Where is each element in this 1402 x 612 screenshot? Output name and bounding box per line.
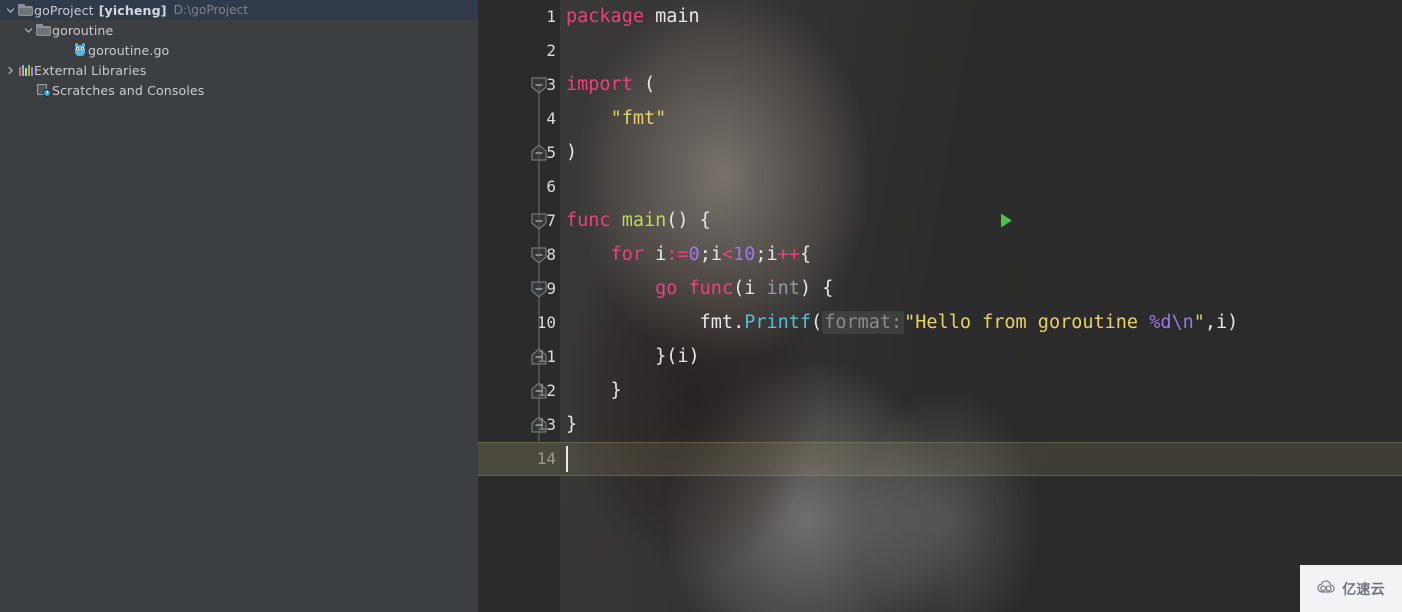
folder-icon	[17, 0, 34, 20]
code-line[interactable]: }	[566, 374, 622, 408]
code-token: go	[655, 278, 678, 299]
code-line[interactable]: fmt.Printf(format: "Hello from goroutine …	[566, 306, 1238, 340]
sidebar-item-goroutine-folder[interactable]: goroutine	[0, 20, 478, 40]
text-caret	[566, 446, 568, 472]
watermark: 亿速云	[1300, 565, 1402, 612]
chevron-right-icon[interactable]	[4, 60, 17, 80]
code-line[interactable]: func main() {	[566, 204, 711, 238]
code-token: format:	[822, 311, 905, 334]
project-tree-panel[interactable]: goProject [yicheng] D:\goProject gorouti…	[0, 0, 478, 612]
code-token: main	[655, 6, 700, 27]
code-token: <	[721, 244, 734, 265]
code-token: :=	[666, 244, 689, 265]
code-token: }	[566, 380, 622, 401]
watermark-text: 亿速云	[1342, 581, 1385, 598]
folder-icon	[35, 20, 52, 40]
cloud-icon	[1317, 579, 1339, 598]
code-token: "Hello from goroutine	[904, 312, 1150, 333]
code-token: 0	[688, 244, 700, 265]
sidebar-item-label: External Libraries	[34, 62, 147, 78]
code-token: .	[733, 312, 745, 333]
code-token: int	[766, 278, 800, 299]
sidebar-item-goproject[interactable]: goProject [yicheng] D:\goProject	[0, 0, 478, 20]
code-token: (	[632, 74, 656, 95]
module-name-bracket: [yicheng]	[98, 2, 167, 18]
code-line[interactable]: for i:=0;i<10;i++{	[566, 238, 812, 272]
code-line[interactable]: package main	[566, 0, 700, 34]
code-line[interactable]: }	[566, 408, 577, 442]
code-token: }	[566, 414, 578, 435]
current-line-highlight	[478, 442, 1402, 476]
code-token: for	[610, 244, 644, 265]
code-token: () {	[666, 210, 711, 231]
code-token: ,i)	[1204, 312, 1239, 333]
code-token: package	[566, 6, 644, 27]
code-token: i	[643, 244, 667, 265]
code-token: )	[566, 142, 578, 163]
chevron-down-icon[interactable]	[22, 20, 35, 40]
sidebar-item-external-libraries[interactable]: External Libraries	[0, 60, 478, 80]
code-token: "	[1193, 312, 1205, 333]
code-token: ++	[777, 244, 800, 265]
project-path: D:\goProject	[173, 3, 249, 17]
sidebar-item-label: goroutine	[52, 22, 114, 38]
sidebar-item-label: Scratches and Consoles	[52, 82, 205, 98]
code-token: %d\n	[1149, 312, 1194, 333]
code-token: func	[566, 210, 611, 231]
code-token: Printf	[744, 312, 812, 333]
code-line[interactable]: "fmt"	[566, 102, 667, 136]
code-token: ;i	[755, 244, 778, 265]
code-token: 10	[733, 244, 756, 265]
code-token: }(i)	[566, 346, 700, 367]
code-token: {	[799, 244, 812, 265]
chevron-down-icon[interactable]	[4, 0, 17, 20]
code-token: (	[811, 312, 823, 333]
code-token: import	[566, 74, 633, 95]
go-file-icon	[71, 40, 88, 60]
code-editor[interactable]: 1 2 3 4 5 6 7 8 9 10 11 12 13 14 package main import (…	[478, 0, 1402, 612]
code-token: func	[688, 278, 734, 299]
scratches-icon	[35, 80, 52, 100]
code-token: fmt	[699, 312, 734, 333]
code-token: ) {	[799, 278, 834, 299]
sidebar-item-label: goProject	[34, 2, 94, 18]
current-line-gutter-highlight	[478, 442, 560, 476]
code-line[interactable]: )	[566, 136, 577, 170]
sidebar-item-goroutine-go[interactable]: goroutine.go	[0, 40, 478, 60]
sidebar-item-scratches-and-consoles[interactable]: Scratches and Consoles	[0, 80, 478, 100]
code-line[interactable]: go func(i int) {	[566, 272, 833, 306]
ide-window: goProject [yicheng] D:\goProject gorouti…	[0, 0, 1402, 612]
code-token: (i	[733, 278, 767, 299]
code-line[interactable]: }(i)	[566, 340, 700, 374]
code-text[interactable]: package main import ( "fmt") func main() {…	[478, 0, 1402, 612]
code-token: main	[621, 210, 667, 231]
code-token: ;i	[699, 244, 722, 265]
code-line[interactable]: import (	[566, 68, 655, 102]
sidebar-item-label: goroutine.go	[88, 42, 170, 58]
run-gutter-icon[interactable]	[999, 212, 1014, 233]
libraries-icon	[17, 60, 34, 80]
code-token: "fmt"	[610, 108, 667, 129]
